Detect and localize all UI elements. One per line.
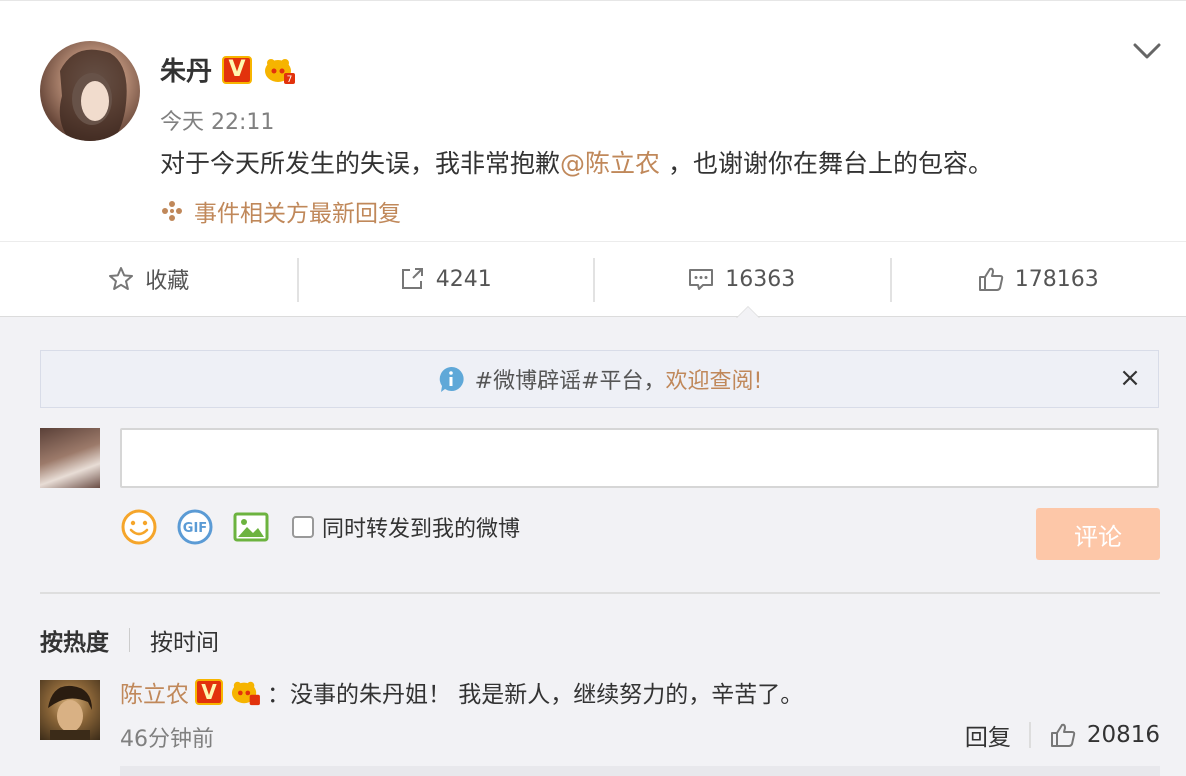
- active-tab-pointer: [736, 306, 760, 318]
- composer-toolbar: GIF 同时转发到我的微博: [120, 508, 520, 546]
- comment-like-count: 20816: [1086, 722, 1160, 748]
- svg-text:GIF: GIF: [183, 521, 207, 536]
- author-line: 朱丹 V 7: [160, 51, 296, 88]
- info-icon: [439, 366, 464, 392]
- member-crown-icon[interactable]: 7: [262, 55, 296, 85]
- favorite-label: 收藏: [145, 269, 190, 294]
- close-icon[interactable]: ×: [1118, 365, 1142, 391]
- reply-button[interactable]: 回复: [965, 718, 1011, 752]
- comment-sort: 按热度 按时间: [40, 623, 219, 657]
- notice-link[interactable]: 欢迎查阅!: [666, 369, 763, 394]
- post-card: 朱丹 V 7 今天 22:11 对于今天所发生的失误，我非常抱歉@陈立农 ，也谢…: [0, 0, 1186, 241]
- image-icon[interactable]: [232, 508, 270, 546]
- post-content-text: 对于今天所发生的失误，我非常抱歉: [160, 149, 561, 178]
- thumbs-up-icon: [978, 267, 1003, 291]
- author-avatar[interactable]: [40, 41, 140, 141]
- sort-by-time[interactable]: 按时间: [150, 623, 219, 657]
- flower-icon: [162, 201, 182, 221]
- sort-by-hot[interactable]: 按热度: [40, 623, 109, 657]
- comment-button[interactable]: 16363: [593, 242, 890, 316]
- verified-badge-icon[interactable]: V: [195, 679, 223, 705]
- repost-count: 4241: [435, 266, 492, 292]
- reply-thread-preview: [120, 766, 1160, 776]
- mention-link[interactable]: @陈立农: [560, 149, 660, 178]
- gif-icon[interactable]: GIF: [176, 508, 214, 546]
- repost-button[interactable]: 4241: [296, 242, 594, 316]
- action-bar: 收藏 4241 16363 178163: [0, 241, 1186, 317]
- comment-count: 16363: [725, 266, 796, 292]
- thumbs-up-icon[interactable]: [1049, 721, 1077, 749]
- favorite-button[interactable]: 收藏: [0, 242, 297, 316]
- like-count: 178163: [1014, 266, 1099, 292]
- checkbox[interactable]: [292, 516, 314, 538]
- comment-input[interactable]: [120, 428, 1159, 488]
- comment-line: 陈立农 V ：没事的朱丹姐！ 我是新人，继续努力的，辛苦了。: [120, 675, 803, 709]
- post-timestamp[interactable]: 今天 22:11: [160, 104, 274, 136]
- sort-separator: [129, 628, 130, 652]
- comment-actions: 回复 20816: [965, 718, 1160, 752]
- chevron-down-icon[interactable]: [1131, 39, 1163, 63]
- emoji-icon[interactable]: [120, 508, 158, 546]
- repost-checkbox-label: 同时转发到我的微博: [322, 517, 521, 542]
- related-reply-link[interactable]: 事件相关方最新回复: [160, 194, 401, 228]
- related-reply-label: 事件相关方最新回复: [194, 201, 401, 227]
- my-avatar[interactable]: [40, 428, 100, 488]
- like-button[interactable]: 178163: [889, 242, 1186, 316]
- comment-text: ：没事的朱丹姐！ 我是新人，继续努力的，辛苦了。: [267, 682, 804, 708]
- divider: [40, 592, 1160, 594]
- member-crown-icon[interactable]: [229, 678, 261, 706]
- commenter-name[interactable]: 陈立农: [120, 675, 189, 709]
- comment-time: 46分钟前: [120, 727, 214, 752]
- comment-icon: [689, 269, 714, 290]
- svg-text:7: 7: [287, 75, 293, 85]
- repost-to-my-weibo-checkbox[interactable]: 同时转发到我的微博: [292, 511, 520, 543]
- commenter-avatar[interactable]: [40, 680, 100, 740]
- post-content-text-end: ，也谢谢你在舞台上的包容。: [660, 149, 993, 178]
- share-icon: [401, 268, 423, 289]
- actions-separator: [1028, 722, 1031, 748]
- post-content: 对于今天所发生的失误，我非常抱歉@陈立农 ，也谢谢你在舞台上的包容。: [160, 144, 993, 180]
- notice-text: #微博辟谣#平台，欢迎查阅!: [474, 369, 763, 394]
- submit-comment-button[interactable]: 评论: [1036, 508, 1160, 560]
- rumor-notice-bar: #微博辟谣#平台，欢迎查阅! ×: [40, 350, 1159, 408]
- verified-badge-icon[interactable]: V: [222, 55, 253, 84]
- star-icon: [109, 267, 134, 290]
- author-name[interactable]: 朱丹: [160, 51, 212, 88]
